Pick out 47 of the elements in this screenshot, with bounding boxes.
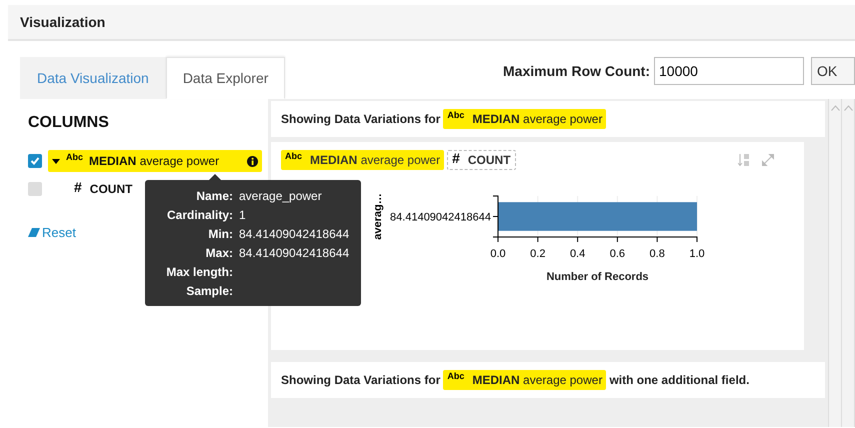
tooltip-value: 84.41409042418644: [239, 244, 350, 262]
type-icon: #: [74, 176, 82, 198]
tooltip-label: Name:: [195, 188, 233, 204]
column-label: COUNT: [90, 181, 132, 198]
checkbox[interactable]: [28, 154, 42, 168]
eraser-icon: [28, 228, 40, 238]
checkbox[interactable]: [28, 182, 42, 196]
ok-button[interactable]: OK: [811, 57, 855, 85]
scrollbar[interactable]: [828, 99, 855, 427]
tooltip-label: Sample:: [185, 282, 233, 300]
panel-title: Visualization: [8, 5, 855, 41]
tooltip-label: Min:: [207, 226, 233, 242]
tooltip-label: Cardinality:: [166, 206, 233, 224]
field-pill[interactable]: Abc MEDIAN average power: [281, 150, 444, 170]
tick-label: 0.8: [650, 248, 665, 260]
row-count-field[interactable]: 10000: [654, 57, 804, 85]
axis-title: Number of Records: [546, 271, 649, 283]
reset-link[interactable]: Reset: [28, 223, 76, 242]
section-title: COLUMNS: [28, 113, 110, 133]
tooltip-label: Max length:: [165, 264, 233, 280]
footer-text: with one additional field.: [609, 372, 750, 389]
tick-label: 0.2: [530, 248, 546, 260]
column-label: MEDIAN average power: [89, 153, 220, 170]
tooltip-value: 84.41409042418644: [239, 226, 350, 242]
tick-label: 84.41409042418644: [390, 212, 491, 224]
tab[interactable]: Data Explorer: [166, 57, 286, 99]
tick-label: 0.0: [490, 248, 506, 260]
sort-icon: [738, 154, 750, 166]
footer-text: Showing Data Variations for: [281, 372, 440, 389]
y-axis: [492, 196, 498, 238]
tick-label: 0.4: [570, 248, 586, 260]
axis-title: averag…: [372, 193, 384, 240]
expand-icon: [762, 154, 774, 166]
tick-label: 0.6: [610, 248, 626, 260]
tooltip-value: average_power: [239, 188, 322, 204]
field-pill[interactable]: Abc MEDIAN average power: [443, 370, 606, 390]
field-label: Maximum Row Count:: [503, 62, 650, 80]
header-text: Showing Data Variations for: [281, 111, 440, 128]
field-pill[interactable]: # COUNT: [447, 150, 516, 170]
tooltip-label: Max:: [204, 244, 233, 262]
tick-label: 1.0: [689, 248, 705, 260]
column-item[interactable]: Abc MEDIAN average power: [48, 150, 262, 172]
caret-icon: [52, 158, 60, 164]
tooltip-value: 1: [239, 206, 246, 224]
type-icon: Abc: [66, 151, 84, 165]
field-pill[interactable]: Abc MEDIAN average power: [443, 109, 606, 129]
info-icon: [247, 156, 258, 166]
